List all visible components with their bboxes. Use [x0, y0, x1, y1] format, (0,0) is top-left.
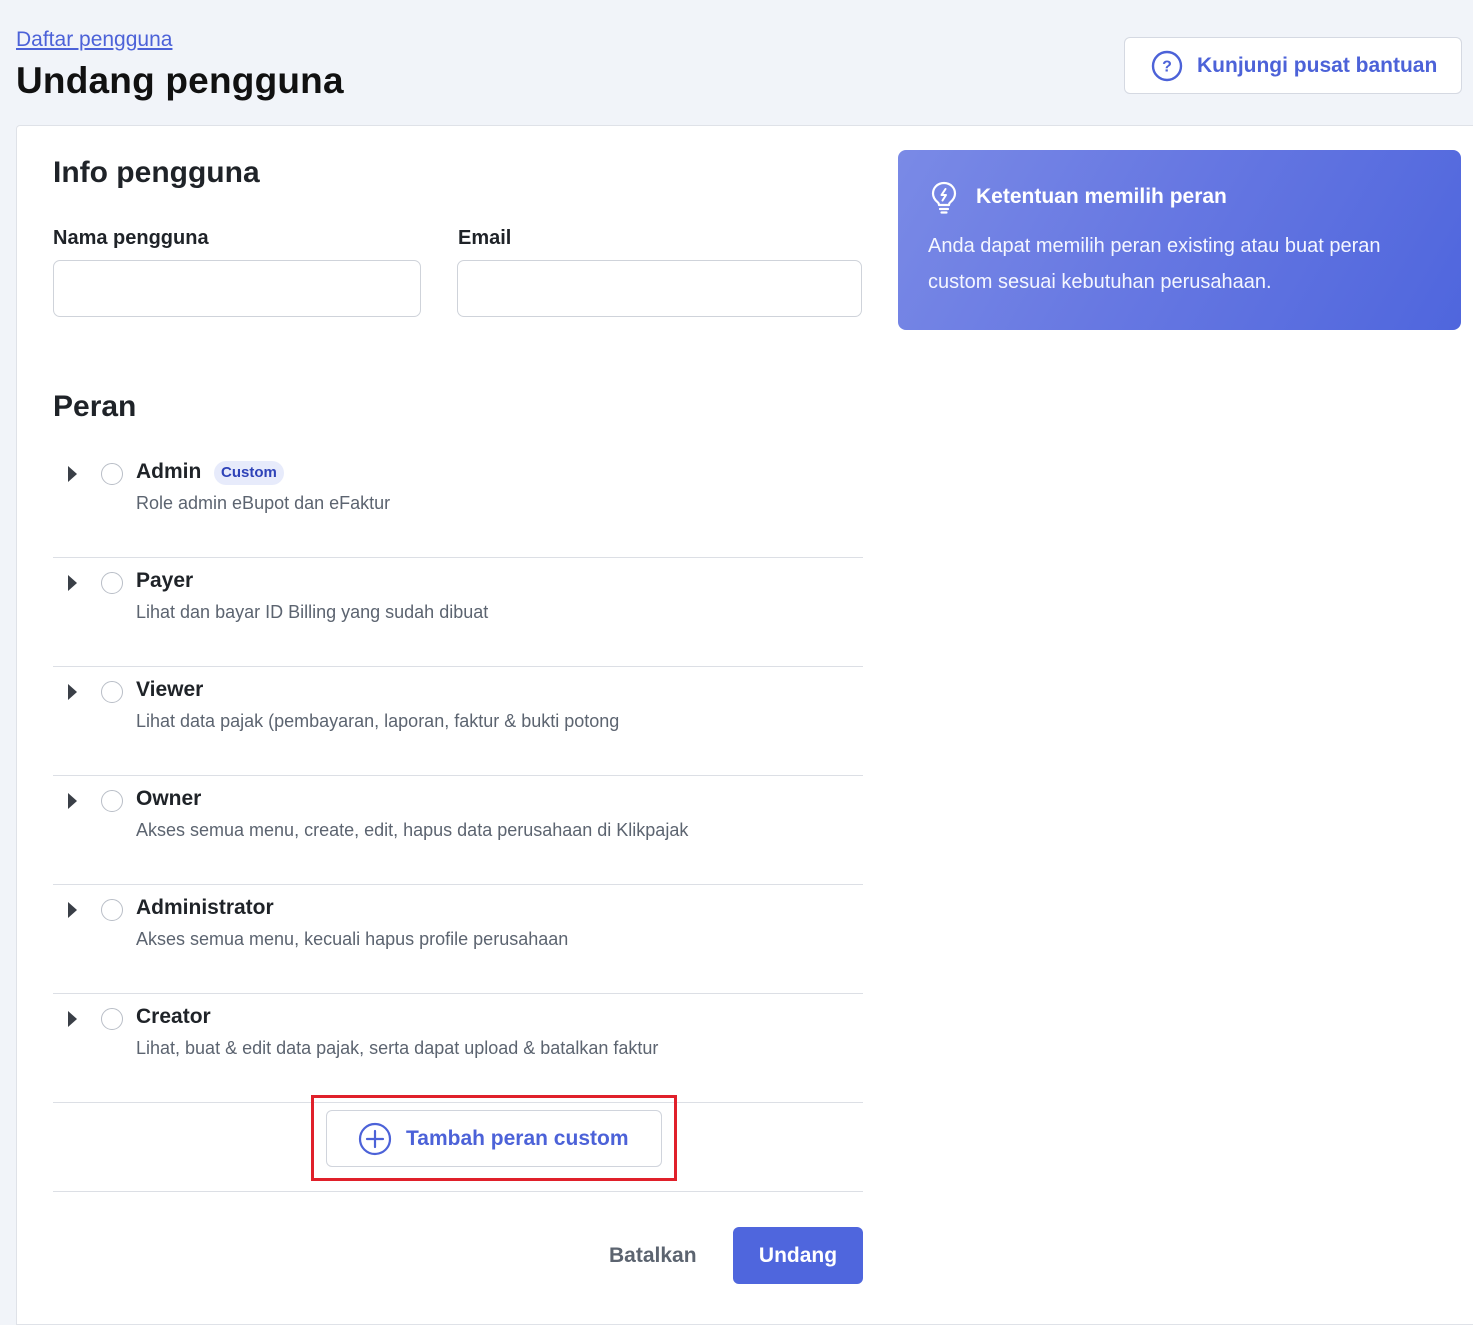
- role-item-viewer[interactable]: Viewer Lihat data pajak (pembayaran, lap…: [53, 667, 863, 776]
- role-description: Lihat dan bayar ID Billing yang sudah di…: [136, 602, 489, 622]
- name-field-label: Nama pengguna: [53, 227, 209, 249]
- role-item-owner[interactable]: Owner Akses semua menu, create, edit, ha…: [53, 776, 863, 885]
- help-center-button[interactable]: ? Kunjungi pusat bantuan: [1124, 37, 1462, 94]
- role-radio-payer[interactable]: [101, 572, 123, 594]
- add-custom-role-label: Tambah peran custom: [406, 1126, 629, 1150]
- custom-badge: Custom: [214, 461, 284, 485]
- role-list: Admin Custom Role admin eBupot dan eFakt…: [53, 449, 863, 1103]
- role-name: Creator: [136, 1005, 211, 1028]
- caret-right-icon[interactable]: [65, 682, 79, 702]
- role-rules-info-box: Ketentuan memilih peran Anda dapat memil…: [898, 150, 1461, 330]
- invite-button[interactable]: Undang: [733, 1227, 863, 1284]
- email-field-label: Email: [458, 227, 512, 249]
- role-description: Lihat data pajak (pembayaran, laporan, f…: [136, 711, 620, 731]
- lightbulb-icon: [928, 180, 960, 214]
- info-box-body: Anda dapat memilih peran existing atau b…: [928, 235, 1381, 293]
- caret-right-icon[interactable]: [65, 573, 79, 593]
- role-radio-owner[interactable]: [101, 790, 123, 812]
- add-custom-role-button[interactable]: Tambah peran custom: [326, 1110, 662, 1167]
- plus-circle-icon: [358, 1122, 392, 1156]
- role-radio-viewer[interactable]: [101, 681, 123, 703]
- question-circle-icon: ?: [1151, 50, 1183, 82]
- role-name: Viewer: [136, 678, 204, 701]
- cancel-button[interactable]: Batalkan: [593, 1227, 713, 1284]
- email-input[interactable]: [457, 260, 862, 317]
- role-name: Administrator: [136, 896, 274, 919]
- role-radio-administrator[interactable]: [101, 899, 123, 921]
- caret-right-icon[interactable]: [65, 900, 79, 920]
- role-name: Payer: [136, 569, 194, 592]
- caret-right-icon[interactable]: [65, 1009, 79, 1029]
- role-radio-creator[interactable]: [101, 1008, 123, 1030]
- role-name: Admin: [136, 460, 202, 483]
- info-box-title: Ketentuan memilih peran: [976, 185, 1227, 208]
- roles-title: Peran: [53, 390, 137, 423]
- role-item-admin[interactable]: Admin Custom Role admin eBupot dan eFakt…: [53, 449, 863, 558]
- name-input[interactable]: [53, 260, 421, 317]
- role-name: Owner: [136, 787, 202, 810]
- role-radio-admin[interactable]: [101, 463, 123, 485]
- user-info-title: Info pengguna: [53, 156, 260, 189]
- caret-right-icon[interactable]: [65, 464, 79, 484]
- role-description: Role admin eBupot dan eFaktur: [136, 493, 391, 513]
- caret-right-icon[interactable]: [65, 791, 79, 811]
- page-title: Undang pengguna: [16, 60, 344, 101]
- role-item-administrator[interactable]: Administrator Akses semua menu, kecuali …: [53, 885, 863, 994]
- role-description: Lihat, buat & edit data pajak, serta dap…: [136, 1038, 659, 1058]
- svg-text:?: ?: [1162, 58, 1172, 75]
- help-center-label: Kunjungi pusat bantuan: [1197, 53, 1438, 77]
- role-description: Akses semua menu, create, edit, hapus da…: [136, 820, 689, 840]
- role-item-payer[interactable]: Payer Lihat dan bayar ID Billing yang su…: [53, 558, 863, 667]
- add-custom-role-row: Tambah peran custom: [53, 1085, 863, 1192]
- role-description: Akses semua menu, kecuali hapus profile …: [136, 929, 569, 949]
- invite-user-card: Info pengguna Nama pengguna Email Peran …: [16, 125, 1473, 1325]
- breadcrumb-daftar-pengguna[interactable]: Daftar pengguna: [16, 28, 172, 52]
